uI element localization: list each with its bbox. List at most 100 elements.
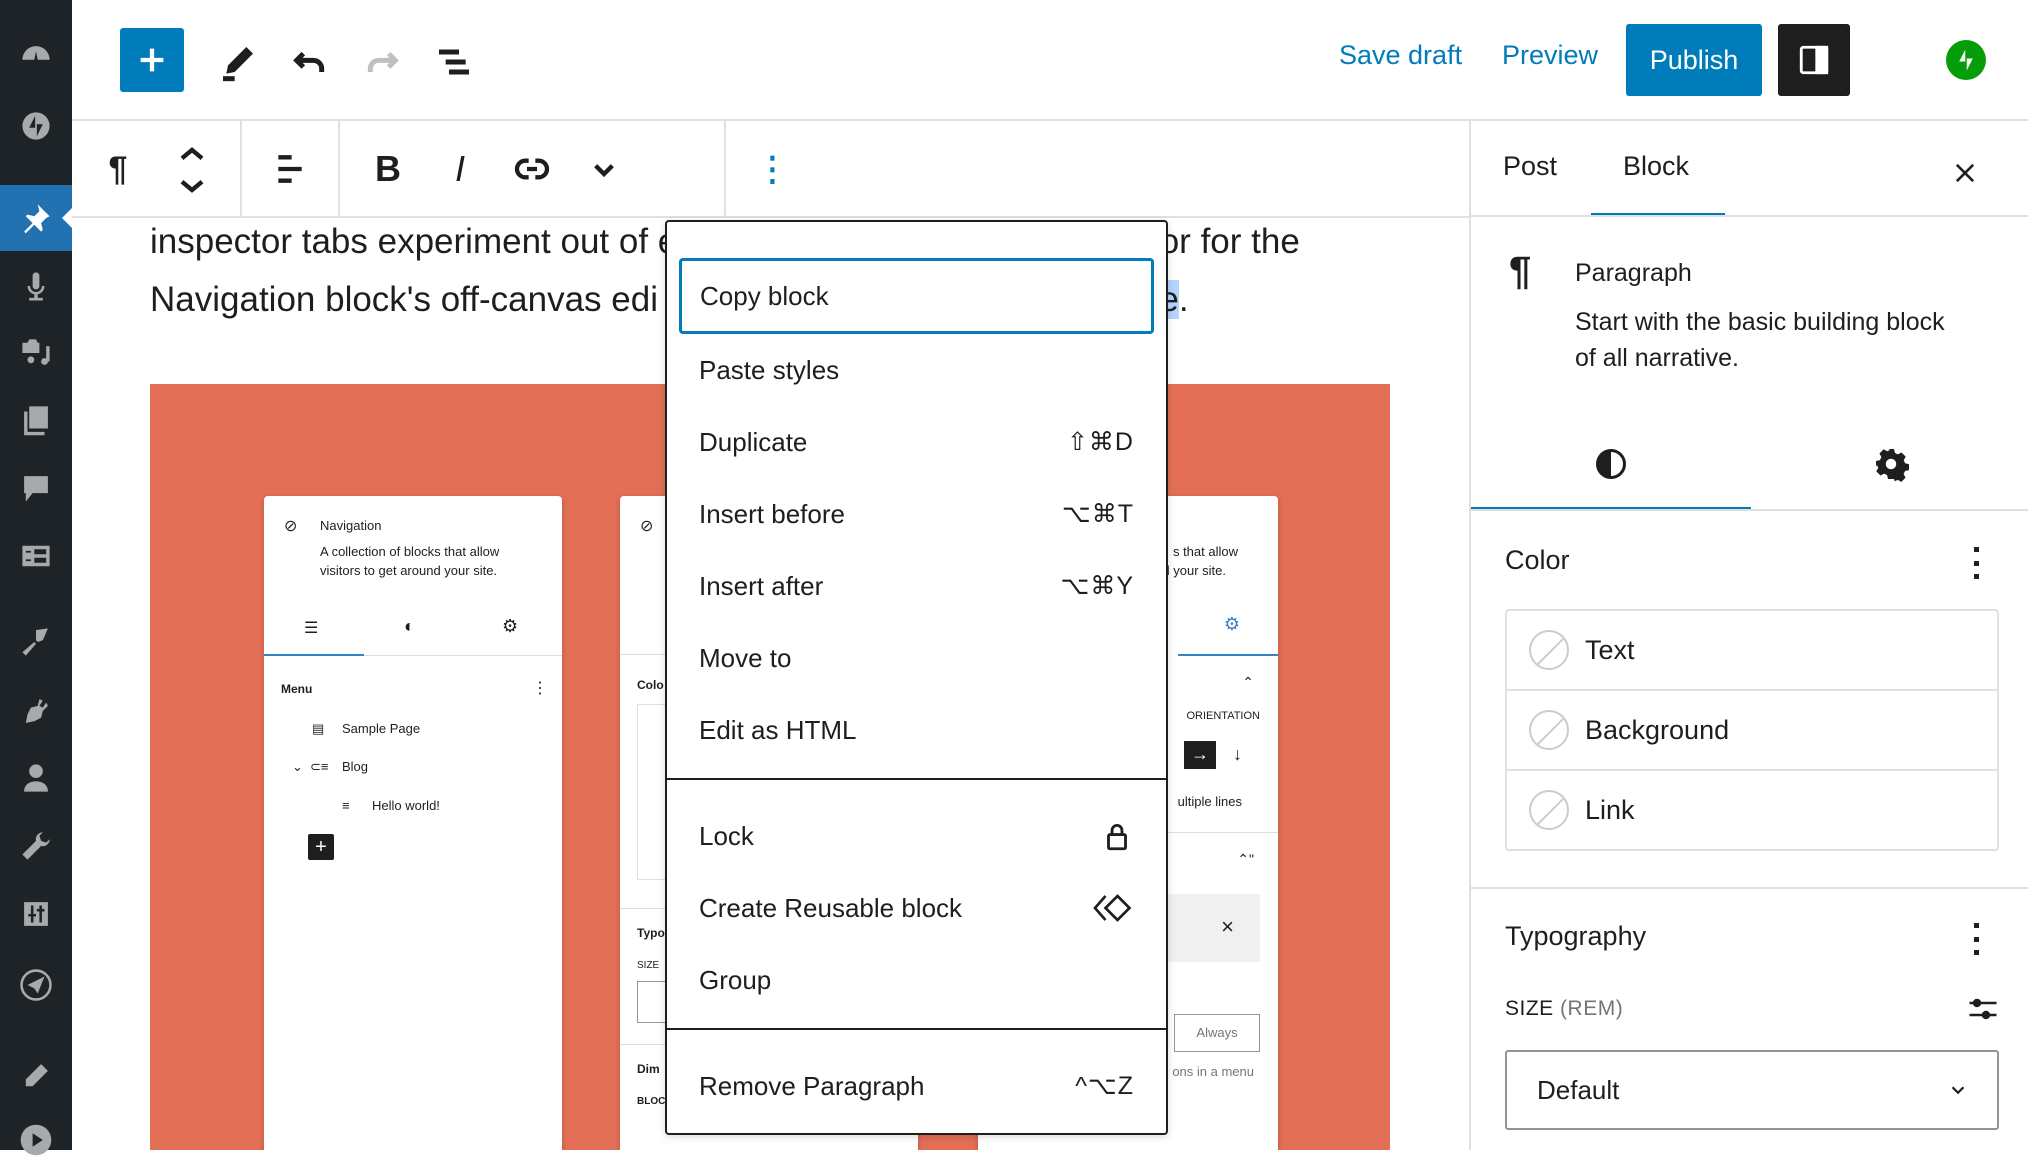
- color-options-button[interactable]: [1966, 543, 1986, 583]
- typography-options-button[interactable]: [1966, 919, 1986, 959]
- close-icon: ×: [1221, 914, 1234, 939]
- wrench-icon: [22, 832, 50, 860]
- divider: [1471, 887, 2028, 889]
- document-overview-button[interactable]: [428, 36, 480, 88]
- undo-icon: [293, 51, 325, 72]
- close-inspector-button[interactable]: [1945, 153, 1985, 193]
- move-up-down-button[interactable]: [166, 135, 218, 205]
- sidebar-item-podcast[interactable]: [0, 258, 72, 314]
- publish-button[interactable]: Publish: [1626, 24, 1762, 96]
- sidebar-item-play[interactable]: [0, 1112, 72, 1168]
- menu-item-label: Edit as HTML: [699, 714, 857, 745]
- tab-styles[interactable]: [1471, 419, 1751, 509]
- undo-button[interactable]: [284, 36, 336, 88]
- chevron-up-icon: ⌃: [1242, 674, 1254, 690]
- size-label: SIZE: [1505, 997, 1554, 1020]
- sidebar-panel-icon: [1799, 45, 1829, 75]
- sidebar-item-edit[interactable]: [0, 1048, 72, 1104]
- plugin-icon: [25, 699, 48, 723]
- menu-item-group[interactable]: Group: [667, 944, 1166, 1016]
- chevron-down-icon: ⌄: [292, 759, 303, 774]
- embedded-tab-indicator: [264, 654, 364, 656]
- preview-button[interactable]: Preview: [1502, 40, 1598, 71]
- empty-swatch-icon: [1529, 710, 1569, 750]
- sidebar-item-media[interactable]: [0, 325, 72, 381]
- divider: [364, 655, 562, 656]
- tab-block[interactable]: Block: [1623, 151, 1689, 182]
- shortcut-label: ⌥⌘T: [1061, 500, 1134, 528]
- bold-button[interactable]: B: [362, 143, 414, 195]
- list-view-icon: [439, 49, 469, 75]
- size-unit: (REM): [1560, 997, 1624, 1020]
- paragraph-text-end: .: [1178, 280, 1189, 319]
- menu-item-insert-after[interactable]: Insert after ⌥⌘Y: [667, 550, 1166, 622]
- shortcut-label: ^⌥Z: [1075, 1072, 1134, 1100]
- menu-item-lock[interactable]: Lock: [667, 800, 1166, 872]
- chevron-down-icon: [594, 164, 614, 178]
- embedded-desc: A collection of blocks that allow: [320, 544, 500, 559]
- embedded-tab-indicator: [1178, 654, 1278, 656]
- typography-panel-title: Typography: [1505, 921, 1647, 951]
- color-item-label: Text: [1585, 634, 1635, 665]
- font-size-select[interactable]: Default: [1505, 1050, 1999, 1130]
- menu-item-copy-block[interactable]: Copy block: [679, 258, 1154, 334]
- save-draft-button[interactable]: Save draft: [1339, 40, 1462, 71]
- custom-size-toggle[interactable]: [1965, 991, 2001, 1027]
- pencil-icon: [223, 47, 253, 82]
- sidebar-item-comments[interactable]: [0, 460, 72, 516]
- sidebar-item-appearance[interactable]: [0, 614, 72, 670]
- menu-item-label: Copy block: [700, 280, 829, 311]
- tab-settings[interactable]: [1751, 419, 2028, 509]
- sidebar-item-pages[interactable]: [0, 392, 72, 448]
- menu-item-create-reusable-block[interactable]: Create Reusable block: [667, 872, 1166, 944]
- color-item-background[interactable]: Background: [1505, 689, 1999, 771]
- font-size-value: Default: [1537, 1074, 1620, 1105]
- menu-item-edit-as-html[interactable]: Edit as HTML: [667, 694, 1166, 766]
- sidebar-item-jetpack[interactable]: [0, 98, 72, 154]
- sidebar-item-feedback[interactable]: [0, 528, 72, 584]
- more-formatting-button[interactable]: [578, 143, 630, 195]
- feedback-icon: [22, 545, 50, 567]
- send-circle-icon: [20, 969, 52, 1001]
- sidebar-item-tools[interactable]: [0, 818, 72, 874]
- menu-item-insert-before[interactable]: Insert before ⌥⌘T: [667, 478, 1166, 550]
- color-item-label: Link: [1585, 794, 1635, 825]
- menu-separator: [667, 1028, 1166, 1030]
- shortcut-label: ⇧⌘D: [1066, 428, 1134, 456]
- tab-post[interactable]: Post: [1503, 151, 1557, 182]
- settings-toggle-button[interactable]: [1778, 24, 1850, 96]
- sidebar-item-users[interactable]: [0, 750, 72, 806]
- plus-icon: [140, 48, 164, 72]
- sidebar-item-posts[interactable]: [0, 185, 72, 251]
- post-list-icon: ≡: [342, 798, 350, 813]
- menu-item-duplicate[interactable]: Duplicate ⇧⌘D: [667, 406, 1166, 478]
- reusable-block-icon: [1093, 894, 1132, 922]
- arrow-right-icon: →: [1184, 741, 1216, 769]
- tools-button[interactable]: [212, 36, 264, 88]
- sidebar-item-send[interactable]: [0, 957, 72, 1013]
- link-button[interactable]: [506, 143, 558, 195]
- align-button[interactable]: [264, 143, 316, 195]
- paintbrush-icon: [22, 628, 48, 656]
- microphone-icon: [27, 272, 45, 301]
- color-item-link[interactable]: Link: [1505, 769, 1999, 851]
- menu-item-remove-paragraph[interactable]: Remove Paragraph ^⌥Z: [667, 1050, 1166, 1122]
- sidebar-item-settings[interactable]: [0, 886, 72, 942]
- align-left-icon: [278, 155, 302, 183]
- embedded-text: ons in a menu: [1172, 1064, 1254, 1079]
- sidebar-item-dashboard[interactable]: [0, 30, 72, 86]
- menu-item-label: Remove Paragraph: [699, 1070, 925, 1101]
- menu-item-paste-styles[interactable]: Paste styles: [667, 334, 1166, 406]
- sidebar-item-plugins[interactable]: [0, 683, 72, 739]
- block-type-paragraph-button[interactable]: ¶: [92, 143, 144, 195]
- jetpack-button[interactable]: [1946, 40, 1986, 80]
- color-item-text[interactable]: Text: [1505, 609, 1999, 691]
- block-inserter-button[interactable]: [120, 28, 184, 92]
- menu-item-move-to[interactable]: Move to: [667, 622, 1166, 694]
- italic-button[interactable]: I: [434, 143, 486, 195]
- block-options-button[interactable]: [746, 143, 798, 195]
- redo-button[interactable]: [356, 36, 408, 88]
- lock-icon: [1107, 824, 1127, 851]
- pushpin-icon: [24, 204, 50, 234]
- font-size-label: SIZE (REM): [1505, 997, 1623, 1021]
